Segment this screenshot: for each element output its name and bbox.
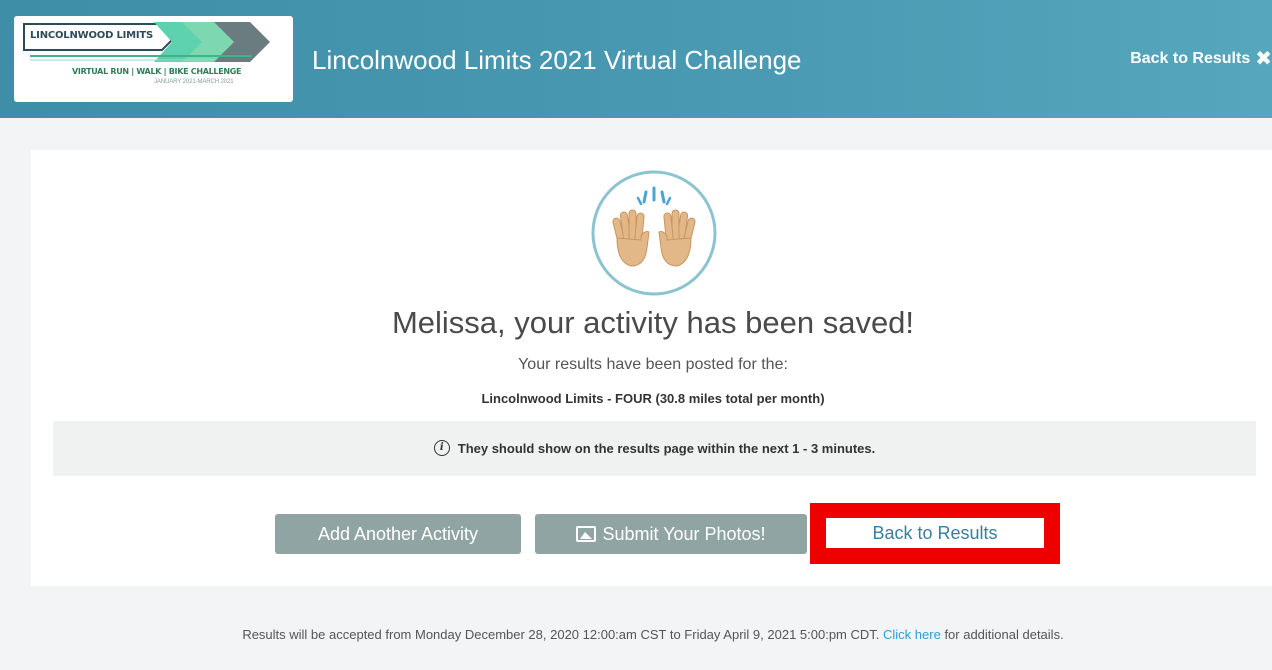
top-header-bar: LINCOLNWOOD LIMITS VIRTUAL RUN | WALK | … [0,0,1272,118]
logo-title: LINCOLNWOOD LIMITS [30,30,154,41]
info-banner: i They should show on the results page w… [53,421,1256,476]
click-here-link[interactable]: Click here [883,627,941,642]
footer-note: Results will be accepted from Monday Dec… [0,627,1272,642]
header-back-to-results-link[interactable]: Back to Results ✖ [1130,49,1272,69]
logo-subtitle: VIRTUAL RUN | WALK | BIKE CHALLENGE [72,67,242,76]
submit-photos-label: Submit Your Photos! [602,523,766,544]
add-another-activity-button[interactable]: Add Another Activity [275,514,521,554]
page-title: Lincolnwood Limits 2021 Virtual Challeng… [312,45,802,75]
logo-chevrons-graphic [23,22,270,62]
submit-photos-button[interactable]: Submit Your Photos! [535,514,807,554]
header-back-label: Back to Results [1130,50,1251,67]
info-row: i They should show on the results page w… [53,440,1256,456]
back-to-results-button[interactable]: Back to Results [826,518,1044,548]
back-to-results-label: Back to Results [872,522,998,543]
close-icon[interactable]: ✖ [1255,49,1272,69]
posted-line: Your results have been posted for the: [518,356,788,373]
info-icon: i [433,440,450,456]
footer-text: Results will be accepted from Monday Dec… [242,627,880,642]
saved-message: Melissa, your activity has been saved! [391,305,915,340]
info-text: They should show on the results page wit… [457,440,876,456]
add-activity-label: Add Another Activity [317,523,479,544]
raised-hands-icon [591,170,717,296]
event-logo[interactable]: LINCOLNWOOD LIMITS VIRTUAL RUN | WALK | … [14,16,293,102]
footer-tail-text: for additional details. [944,627,1064,642]
image-icon [576,526,597,542]
logo-dates: JANUARY 2021-MARCH 2021 [154,79,234,85]
event-name: Lincolnwood Limits - FOUR (30.8 miles to… [481,391,825,406]
